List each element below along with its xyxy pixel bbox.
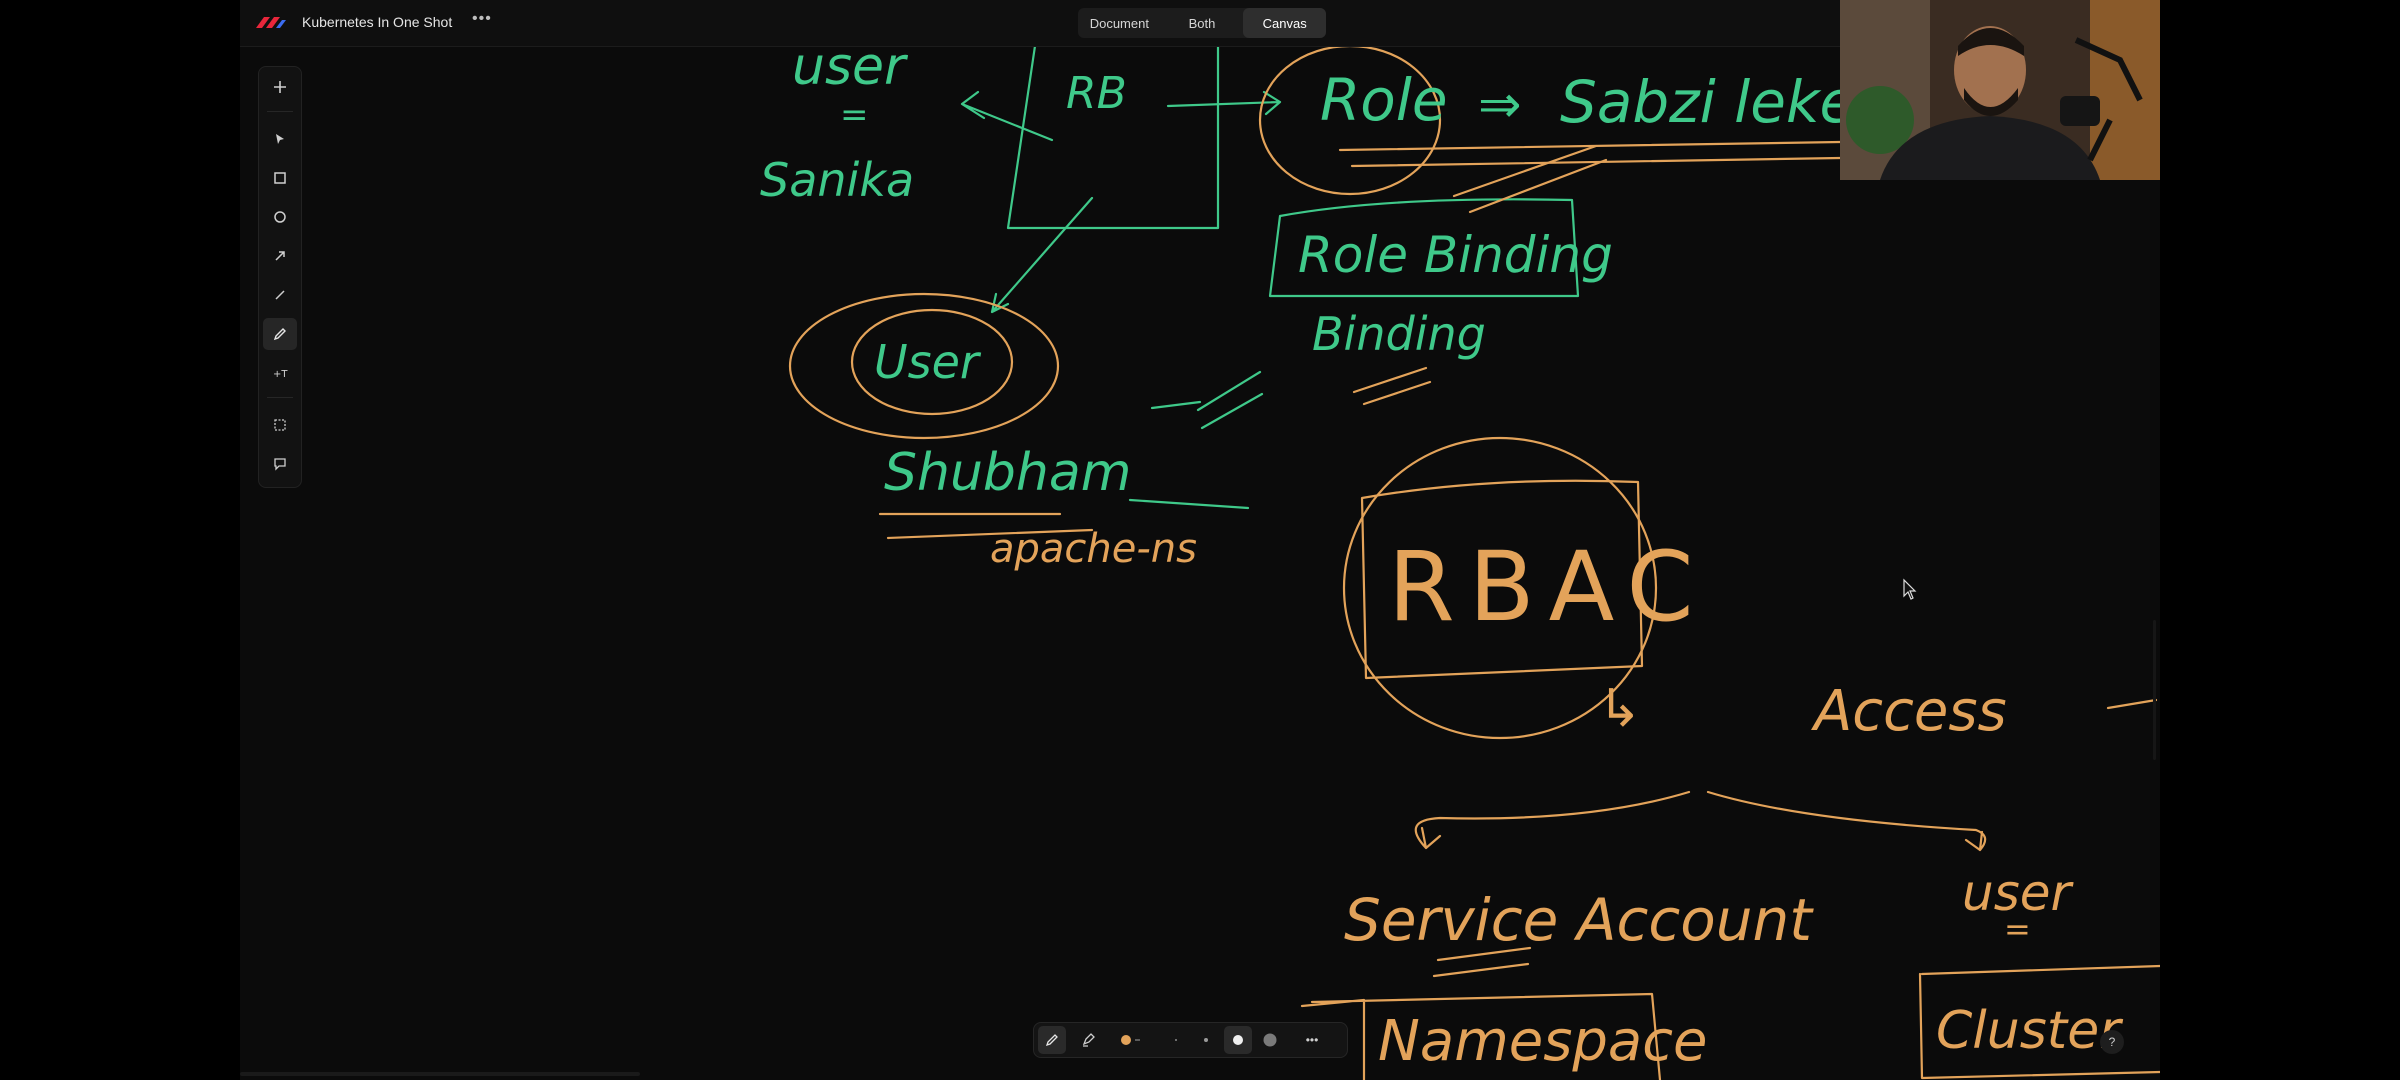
add-icon[interactable] xyxy=(263,71,297,103)
mouse-cursor-icon xyxy=(1903,578,1917,600)
document-title[interactable]: Kubernetes In One Shot xyxy=(302,14,452,30)
size-s-icon[interactable] xyxy=(1192,1026,1220,1054)
bottom-toolbar: ••• xyxy=(1033,1022,1348,1058)
text-access: Access xyxy=(1811,679,2007,744)
presenter-video xyxy=(1840,0,2160,180)
toolbar-divider xyxy=(267,397,293,398)
size-xs-icon[interactable] xyxy=(1162,1026,1190,1054)
text-arrow-eq: ⇒ xyxy=(1478,75,1522,135)
text-rbac: RBAC xyxy=(1388,531,1708,643)
select-icon[interactable] xyxy=(263,123,297,155)
help-button[interactable]: ? xyxy=(2100,1030,2124,1054)
view-switch: Document Both Canvas xyxy=(1078,8,1327,38)
arrow-rb-to-user-circle xyxy=(990,196,1094,314)
text-apache-ns: apache-ns xyxy=(990,526,1197,572)
highlighter-icon[interactable] xyxy=(1074,1026,1102,1054)
toolbar-divider xyxy=(267,111,293,112)
text-service-account: Service Account xyxy=(1344,886,1814,954)
text-binding: Binding xyxy=(1312,307,1486,361)
color-orange-icon[interactable] xyxy=(1114,1026,1150,1054)
vertical-scrollbar[interactable] xyxy=(2153,620,2156,760)
arrow-to-service-account xyxy=(1414,790,1691,850)
text-access-arrow: ↳ xyxy=(1598,679,1642,739)
tab-canvas[interactable]: Canvas xyxy=(1243,8,1327,38)
rectangle-icon[interactable] xyxy=(263,162,297,194)
text-cluster: Cluster xyxy=(1936,1001,2124,1061)
text-sabzi: Sabzi leke xyxy=(1560,68,1855,136)
text-equals-right: = xyxy=(2004,910,2031,948)
text-role-binding: Role Binding xyxy=(1298,226,1613,284)
ellipse-icon[interactable] xyxy=(263,201,297,233)
text-shubham: Shubham xyxy=(884,443,1131,503)
app-logo-icon xyxy=(256,17,286,28)
frame-icon[interactable] xyxy=(263,409,297,441)
pencil-icon[interactable] xyxy=(263,318,297,350)
text-namespace: Namespace xyxy=(1378,1009,1708,1074)
comment-icon[interactable] xyxy=(263,448,297,480)
pen-icon[interactable] xyxy=(1038,1026,1066,1054)
more-icon[interactable]: ••• xyxy=(1298,1026,1326,1054)
size-m-icon[interactable] xyxy=(1224,1026,1252,1054)
text-user-circle: User xyxy=(874,335,982,389)
webcam-overlay xyxy=(1840,0,2160,180)
tab-both[interactable]: Both xyxy=(1161,8,1244,38)
more-options-icon[interactable]: ••• xyxy=(472,10,492,28)
horizontal-scrollbar[interactable] xyxy=(240,1072,640,1076)
text-role: Role xyxy=(1320,66,1448,134)
text-icon[interactable]: +T xyxy=(263,357,297,389)
arrow-rb-to-user xyxy=(960,90,1054,142)
arrow-to-user-right xyxy=(1706,790,1987,852)
size-l-icon[interactable] xyxy=(1256,1026,1284,1054)
line-icon[interactable] xyxy=(263,279,297,311)
app-window: user = Sanika RB Role ⇒ Sabzi leke Role … xyxy=(240,0,2160,1080)
svg-text:+T: +T xyxy=(273,369,288,380)
left-toolbar: +T xyxy=(258,66,302,488)
text-equals-top: = xyxy=(840,95,869,135)
arrow-icon[interactable] xyxy=(263,240,297,272)
text-rb: RB xyxy=(1066,68,1127,119)
tab-document[interactable]: Document xyxy=(1078,8,1161,38)
text-sanika: Sanika xyxy=(760,153,914,207)
